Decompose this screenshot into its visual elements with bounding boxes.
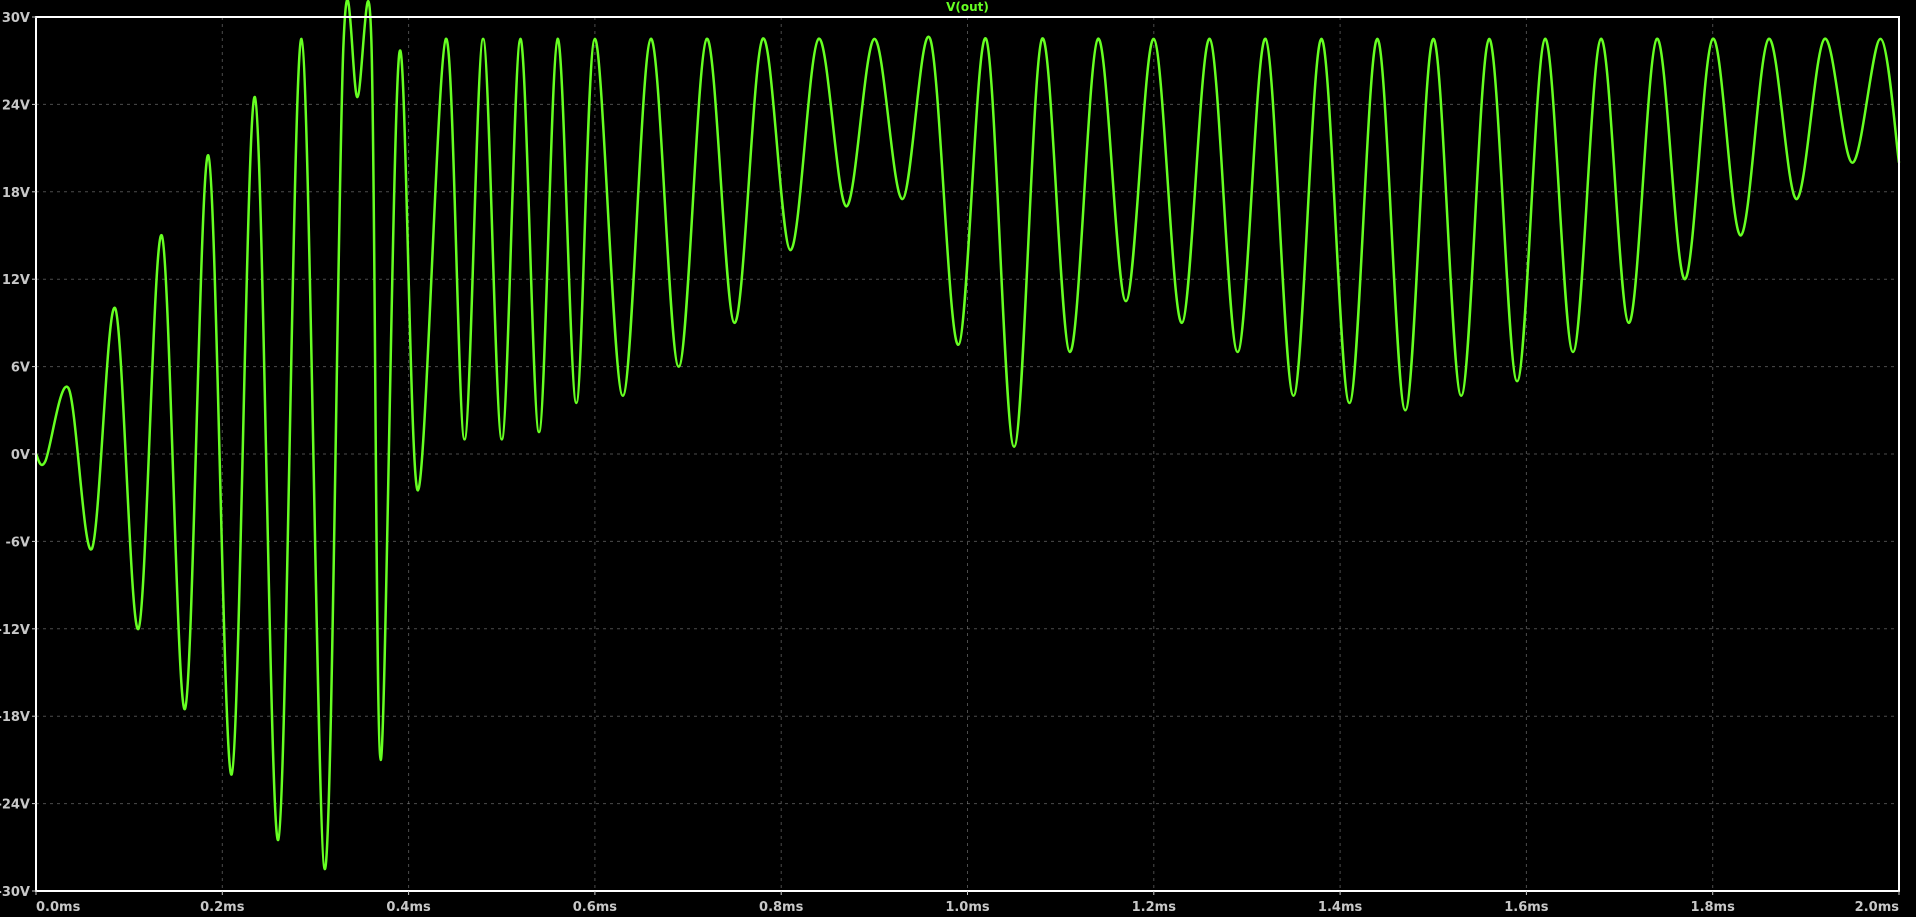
- x-tick-label: 1.4ms: [1318, 900, 1363, 915]
- y-tick-label: 12V: [2, 273, 30, 288]
- plot-background: [0, 0, 1916, 917]
- y-tick-label: 6V: [11, 361, 30, 376]
- x-tick-label: 0.8ms: [759, 900, 804, 915]
- x-tick-label: 0.6ms: [573, 900, 618, 915]
- x-tick-label: 0.0ms: [36, 900, 81, 915]
- y-tick-label: -18V: [0, 710, 30, 725]
- y-tick-label: 0V: [11, 448, 30, 463]
- y-tick-label: -24V: [0, 798, 30, 813]
- x-tick-label: 0.2ms: [200, 900, 245, 915]
- x-tick-label: 1.2ms: [1132, 900, 1177, 915]
- x-tick-label: 2.0ms: [1855, 900, 1900, 915]
- y-tick-label: 18V: [2, 186, 30, 201]
- trace-title[interactable]: V(out): [946, 0, 989, 14]
- y-tick-label: 30V: [2, 11, 30, 26]
- waveform-plot[interactable]: 0.0ms 0.2ms 0.4ms 0.6ms 0.8ms 1.0ms 1.2ms 1.4ms…: [0, 0, 1916, 917]
- y-tick-label: -30V: [0, 885, 30, 900]
- x-tick-label: 1.8ms: [1691, 900, 1736, 915]
- y-tick-label: 24V: [2, 98, 30, 113]
- x-tick-label: 1.6ms: [1504, 900, 1549, 915]
- x-tick-label: 1.0ms: [945, 900, 990, 915]
- y-tick-label: -12V: [0, 623, 30, 638]
- x-tick-label: 0.4ms: [386, 900, 431, 915]
- y-tick-label: -6V: [5, 535, 30, 550]
